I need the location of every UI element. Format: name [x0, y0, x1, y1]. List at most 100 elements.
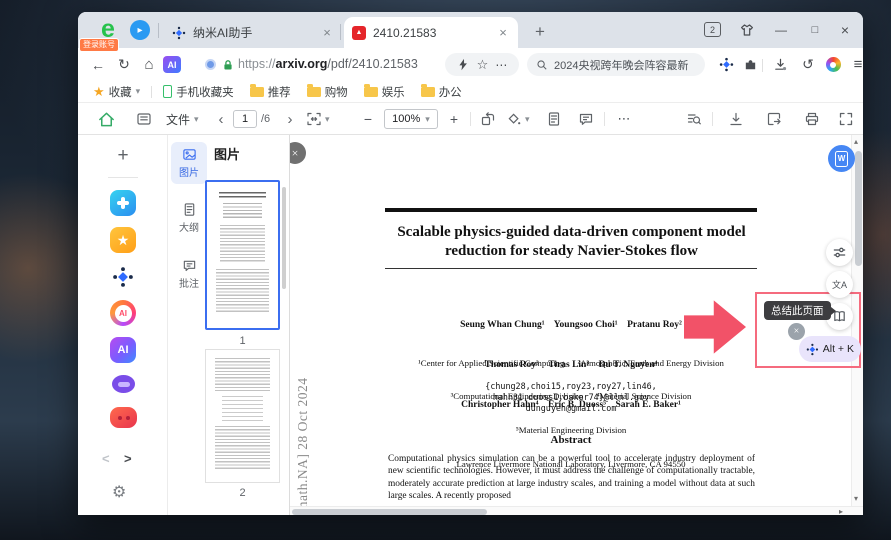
- panel-tab-annotations[interactable]: 批注: [171, 253, 207, 295]
- pdf-side-panel: 图片 图片 大纲 批注 1 2: [168, 135, 290, 515]
- menu-icon[interactable]: ≡: [848, 55, 868, 74]
- tab-label: 纳米AI助手: [193, 24, 313, 41]
- adjust-settings-button[interactable]: [826, 239, 853, 266]
- zoom-level-select[interactable]: 100% ▾: [384, 109, 438, 129]
- bookmark-star-icon[interactable]: ☆: [477, 57, 489, 73]
- previous-page-button[interactable]: ‹: [213, 109, 229, 129]
- quick-action-bolt-icon[interactable]: [457, 58, 470, 71]
- home-button[interactable]: ⌂: [139, 55, 159, 74]
- sidebar-toggle-icon[interactable]: [134, 109, 154, 129]
- bookmark-label: 手机收藏夹: [176, 84, 234, 100]
- fullscreen-icon[interactable]: [836, 109, 856, 129]
- favorites-menu[interactable]: ★ 收藏 ▾: [88, 84, 145, 100]
- bookmark-folder-entertainment[interactable]: 娱乐: [359, 84, 410, 100]
- page-number-input[interactable]: 1: [233, 110, 257, 128]
- downloads-icon[interactable]: [770, 55, 790, 74]
- translate-button[interactable]: 文A: [826, 271, 853, 298]
- address-url[interactable]: https://arxiv.org/pdf/2410.21583: [238, 57, 418, 71]
- chevron-down-icon: ▾: [425, 114, 430, 125]
- tab-nano-ai[interactable]: 纳米AI助手 ×: [164, 17, 342, 48]
- bookmark-folder-office[interactable]: 办公: [416, 84, 467, 100]
- bookmark-folder-shopping[interactable]: 购物: [302, 84, 353, 100]
- text-note-icon[interactable]: [544, 109, 564, 129]
- file-menu-label: 文件: [166, 111, 190, 128]
- ssl-lock-icon[interactable]: [222, 59, 234, 71]
- page-thumbnail-1[interactable]: [205, 180, 280, 330]
- ai-shortcut-pill[interactable]: Alt + K: [799, 336, 861, 362]
- tab-close-icon[interactable]: ×: [320, 25, 334, 40]
- save-as-icon[interactable]: [764, 109, 784, 129]
- new-tab-button[interactable]: +: [528, 20, 552, 44]
- download-pdf-icon[interactable]: [726, 109, 746, 129]
- zoom-out-button[interactable]: −: [360, 109, 376, 129]
- print-icon[interactable]: [802, 109, 822, 129]
- bookmark-label: 娱乐: [382, 84, 405, 100]
- restore-history-icon[interactable]: ↺: [798, 55, 818, 74]
- browser-wheel-icon[interactable]: [823, 55, 843, 74]
- summarize-tooltip: 总结此页面: [764, 301, 831, 320]
- ai-assistant-button[interactable]: AI: [163, 56, 181, 73]
- app-game-center-icon[interactable]: [110, 190, 136, 216]
- panel-tab-outline[interactable]: 大纲: [171, 197, 207, 239]
- tab-pdf-2410-21583[interactable]: ▲ 2410.21583 ×: [344, 17, 518, 48]
- app-ai-search-icon[interactable]: AI: [110, 300, 136, 326]
- collapse-left-icon[interactable]: <: [102, 451, 110, 466]
- panel-tab-images[interactable]: 图片: [171, 142, 207, 184]
- panel-tab-label: 大纲: [179, 219, 199, 234]
- thumbnail-content: [215, 426, 270, 470]
- app-favorites-star-icon[interactable]: ★: [110, 227, 136, 253]
- highlight-fill-button[interactable]: ▾: [506, 109, 530, 129]
- reader-home-button[interactable]: [95, 109, 117, 129]
- more-tools-button[interactable]: ⋯: [614, 109, 634, 129]
- panel-header: 图片: [214, 144, 240, 163]
- zoom-in-button[interactable]: +: [446, 109, 462, 129]
- dismiss-assistant-button[interactable]: ×: [788, 323, 805, 340]
- more-page-actions-icon[interactable]: ⋯: [495, 58, 507, 72]
- app-robot-assistant-icon[interactable]: [112, 375, 135, 393]
- search-in-document-icon[interactable]: [684, 109, 704, 129]
- close-window-button[interactable]: ×: [835, 20, 855, 40]
- next-page-button[interactable]: ›: [282, 109, 298, 129]
- page-thumbnail-2[interactable]: [205, 349, 280, 483]
- app-ai-writer-icon[interactable]: AI: [110, 337, 136, 363]
- settings-gear-icon[interactable]: ⚙: [112, 482, 126, 502]
- extensions-puzzle-icon[interactable]: [740, 55, 760, 74]
- login-account-badge[interactable]: 登录账号: [79, 38, 119, 52]
- back-button[interactable]: ←: [88, 55, 108, 74]
- scrollbar-thumb[interactable]: [292, 509, 487, 515]
- rotate-page-icon[interactable]: [478, 109, 498, 129]
- divider: [712, 112, 713, 126]
- convert-to-word-button[interactable]: W: [828, 145, 855, 172]
- main-area: + ★ AI AI < >: [78, 135, 863, 515]
- horizontal-scrollbar[interactable]: ▸: [290, 506, 863, 515]
- scroll-down-arrow[interactable]: ▾: [854, 495, 858, 503]
- scrollbar-thumb[interactable]: [855, 151, 862, 266]
- scroll-up-arrow[interactable]: ▴: [854, 138, 858, 146]
- app-nano-ai-icon[interactable]: [110, 264, 136, 290]
- theme-skin-icon[interactable]: [737, 20, 757, 40]
- tab-close-icon[interactable]: ×: [496, 25, 510, 40]
- fit-mode-button[interactable]: ▾: [306, 109, 330, 129]
- comment-icon[interactable]: [576, 109, 596, 129]
- thumbnail-content: [215, 358, 270, 392]
- message-send-icon[interactable]: ▸: [130, 20, 150, 40]
- expand-right-icon[interactable]: >: [124, 451, 132, 466]
- reload-button[interactable]: ↻: [114, 55, 134, 74]
- close-panel-button[interactable]: ×: [290, 142, 306, 164]
- maximize-button[interactable]: □: [805, 20, 825, 40]
- bookmark-label: 推荐: [268, 84, 291, 100]
- add-app-button[interactable]: +: [112, 145, 134, 167]
- image-icon: [182, 147, 197, 162]
- file-menu[interactable]: 文件 ▾: [166, 109, 199, 129]
- window-count-badge[interactable]: 2: [704, 22, 721, 37]
- app-game-controller-icon[interactable]: [110, 407, 137, 428]
- divider: [470, 112, 471, 126]
- bookmark-folder-recommend[interactable]: 推荐: [245, 84, 296, 100]
- minimize-button[interactable]: —: [771, 20, 791, 40]
- site-info-icon[interactable]: [205, 59, 216, 70]
- panel-scrollbar[interactable]: [282, 187, 286, 289]
- search-box[interactable]: 2024央视跨年晚会阵容最新: [527, 53, 705, 76]
- bookmark-phone-favorites[interactable]: 手机收藏夹: [158, 84, 239, 100]
- scroll-right-arrow[interactable]: ▸: [839, 508, 843, 515]
- nano-ai-toolbar-icon[interactable]: [716, 55, 736, 74]
